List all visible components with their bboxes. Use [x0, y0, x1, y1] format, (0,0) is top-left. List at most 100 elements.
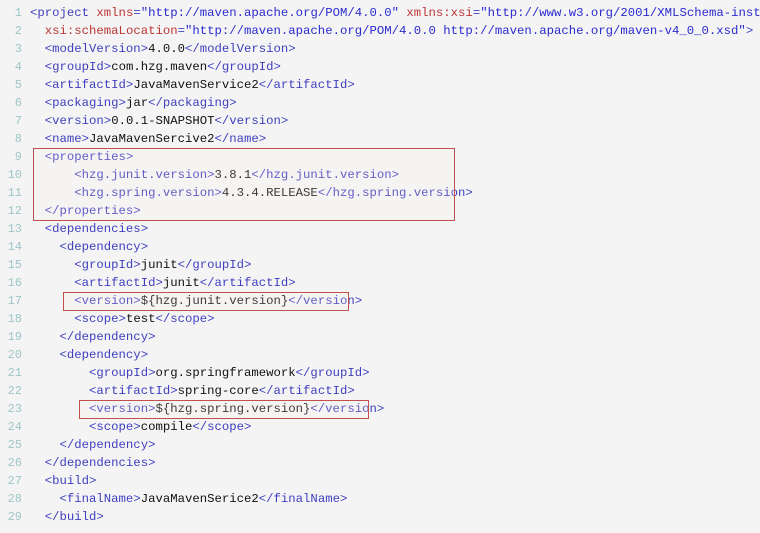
line-number: 19: [7, 330, 22, 344]
line-number: 5: [14, 78, 22, 92]
code-token-tag: <modelVersion>: [30, 42, 149, 56]
line-content[interactable]: xsi:schemaLocation="http://maven.apache.…: [22, 22, 753, 40]
code-line[interactable]: 23 <version>${hzg.spring.version}</versi…: [0, 400, 760, 418]
code-token-tag: <name>: [30, 132, 90, 146]
line-number: 24: [7, 420, 22, 434]
code-token-tag: <scope>: [30, 312, 126, 326]
code-line[interactable]: 9 <properties>: [0, 148, 760, 166]
code-token-tag: </properties>: [30, 204, 141, 218]
code-lines-container[interactable]: 1 <project xmlns="http://maven.apache.org…: [0, 4, 760, 526]
line-number: 25: [7, 438, 22, 452]
line-content[interactable]: <artifactId>junit</artifactId>: [22, 274, 295, 292]
code-token-txt: junit: [140, 258, 178, 272]
code-line[interactable]: 14 <dependency>: [0, 238, 760, 256]
code-token-tag: <version>: [30, 294, 141, 308]
code-token-tag: >: [745, 24, 754, 38]
line-content[interactable]: </properties>: [22, 202, 141, 220]
line-content[interactable]: <artifactId>JavaMavenService2</artifactI…: [22, 76, 355, 94]
code-line[interactable]: 22 <artifactId>spring-core</artifactId>: [0, 382, 760, 400]
code-token-tag: </dependencies>: [30, 456, 156, 470]
line-content[interactable]: </dependency>: [22, 328, 156, 346]
code-line[interactable]: 18 <scope>test</scope>: [0, 310, 760, 328]
code-token-txt: ${hzg.junit.version}: [140, 294, 289, 308]
line-content[interactable]: <dependency>: [22, 346, 149, 364]
code-line[interactable]: 6 <packaging>jar</packaging>: [0, 94, 760, 112]
code-line[interactable]: 10 <hzg.junit.version>3.8.1</hzg.junit.v…: [0, 166, 760, 184]
line-number: 21: [7, 366, 22, 380]
code-line[interactable]: 28 <finalName>JavaMavenSerice2</finalNam…: [0, 490, 760, 508]
code-line[interactable]: 26 </dependencies>: [0, 454, 760, 472]
code-token-tag: </scope>: [192, 420, 252, 434]
line-content[interactable]: <artifactId>spring-core</artifactId>: [22, 382, 355, 400]
line-content[interactable]: <hzg.junit.version>3.8.1</hzg.junit.vers…: [22, 166, 399, 184]
line-content[interactable]: <properties>: [22, 148, 134, 166]
code-line[interactable]: 25 </dependency>: [0, 436, 760, 454]
line-number: 14: [7, 240, 22, 254]
line-content[interactable]: <dependency>: [22, 238, 149, 256]
line-content[interactable]: </dependency>: [22, 436, 156, 454]
line-number: 29: [7, 510, 22, 524]
line-content[interactable]: <dependencies>: [22, 220, 148, 238]
code-token-tag: <properties>: [30, 150, 134, 164]
line-content[interactable]: </build>: [22, 508, 104, 526]
code-line[interactable]: 12 </properties>: [0, 202, 760, 220]
code-token-tag: <dependencies>: [30, 222, 149, 236]
line-content[interactable]: <groupId>junit</groupId>: [22, 256, 251, 274]
line-content[interactable]: <packaging>jar</packaging>: [22, 94, 237, 112]
line-number: 8: [14, 132, 22, 146]
line-content[interactable]: <scope>test</scope>: [22, 310, 215, 328]
code-line[interactable]: 24 <scope>compile</scope>: [0, 418, 760, 436]
line-content[interactable]: <scope>compile</scope>: [22, 418, 251, 436]
code-line[interactable]: 8 <name>JavaMavenSercive2</name>: [0, 130, 760, 148]
line-content[interactable]: <finalName>JavaMavenSerice2</finalName>: [22, 490, 348, 508]
code-line[interactable]: 15 <groupId>junit</groupId>: [0, 256, 760, 274]
code-token-tag: <artifactId>: [30, 384, 178, 398]
code-token-tag: <artifactId>: [30, 78, 134, 92]
line-content[interactable]: <groupId>org.springframework</groupId>: [22, 364, 369, 382]
code-line[interactable]: 7 <version>0.0.1-SNAPSHOT</version>: [0, 112, 760, 130]
line-content[interactable]: <modelVersion>4.0.0</modelVersion>: [22, 40, 296, 58]
code-line[interactable]: 17 <version>${hzg.junit.version}</versio…: [0, 292, 760, 310]
code-line[interactable]: 5 <artifactId>JavaMavenService2</artifac…: [0, 76, 760, 94]
line-number: 13: [7, 222, 22, 236]
xml-code-editor[interactable]: 1 <project xmlns="http://maven.apache.org…: [0, 0, 760, 533]
code-line[interactable]: 13 <dependencies>: [0, 220, 760, 238]
code-token-tag: </name>: [214, 132, 267, 146]
line-content[interactable]: <hzg.spring.version>4.3.4.RELEASE</hzg.s…: [22, 184, 473, 202]
code-token-tag: </scope>: [155, 312, 215, 326]
line-content[interactable]: <version>0.0.1-SNAPSHOT</version>: [22, 112, 289, 130]
code-token-txt: compile: [140, 420, 193, 434]
code-line[interactable]: 27 <build>: [0, 472, 760, 490]
line-content[interactable]: <version>${hzg.spring.version}</version>: [22, 400, 384, 418]
code-line[interactable]: 1 <project xmlns="http://maven.apache.org…: [0, 4, 760, 22]
code-token-tag: </hzg.junit.version>: [251, 168, 399, 182]
line-number: 12: [7, 204, 22, 218]
line-content[interactable]: <build>: [22, 472, 97, 490]
code-line[interactable]: 16 <artifactId>junit</artifactId>: [0, 274, 760, 292]
line-number: 4: [14, 60, 22, 74]
code-line[interactable]: 11 <hzg.spring.version>4.3.4.RELEASE</hz…: [0, 184, 760, 202]
code-line[interactable]: 20 <dependency>: [0, 346, 760, 364]
code-line[interactable]: 3 <modelVersion>4.0.0</modelVersion>: [0, 40, 760, 58]
line-number: 6: [14, 96, 22, 110]
code-token-attrval: "http://maven.apache.org/POM/4.0.0 http:…: [184, 24, 746, 38]
code-token-txt: JavaMavenService2: [133, 78, 259, 92]
line-content[interactable]: <name>JavaMavenSercive2</name>: [22, 130, 266, 148]
code-token-tag: </packaging>: [148, 96, 237, 110]
line-content[interactable]: <project xmlns="http://maven.apache.org/…: [22, 4, 760, 22]
line-content[interactable]: <version>${hzg.junit.version}</version>: [22, 292, 362, 310]
code-line[interactable]: 21 <groupId>org.springframework</groupId…: [0, 364, 760, 382]
code-line[interactable]: 29 </build>: [0, 508, 760, 526]
line-content[interactable]: <groupId>com.hzg.maven</groupId>: [22, 58, 281, 76]
line-content[interactable]: </dependencies>: [22, 454, 156, 472]
code-line[interactable]: 2 xsi:schemaLocation="http://maven.apach…: [0, 22, 760, 40]
code-token-txt: 4.0.0: [148, 42, 185, 56]
code-token-tag: </groupId>: [295, 366, 370, 380]
code-line[interactable]: 4 <groupId>com.hzg.maven</groupId>: [0, 58, 760, 76]
line-number: 17: [7, 294, 22, 308]
code-line[interactable]: 19 </dependency>: [0, 328, 760, 346]
code-token-txt: junit: [162, 276, 200, 290]
code-token-tag: <build>: [30, 474, 97, 488]
code-token-tag: </version>: [310, 402, 385, 416]
code-token-tag: <hzg.spring.version>: [30, 186, 222, 200]
